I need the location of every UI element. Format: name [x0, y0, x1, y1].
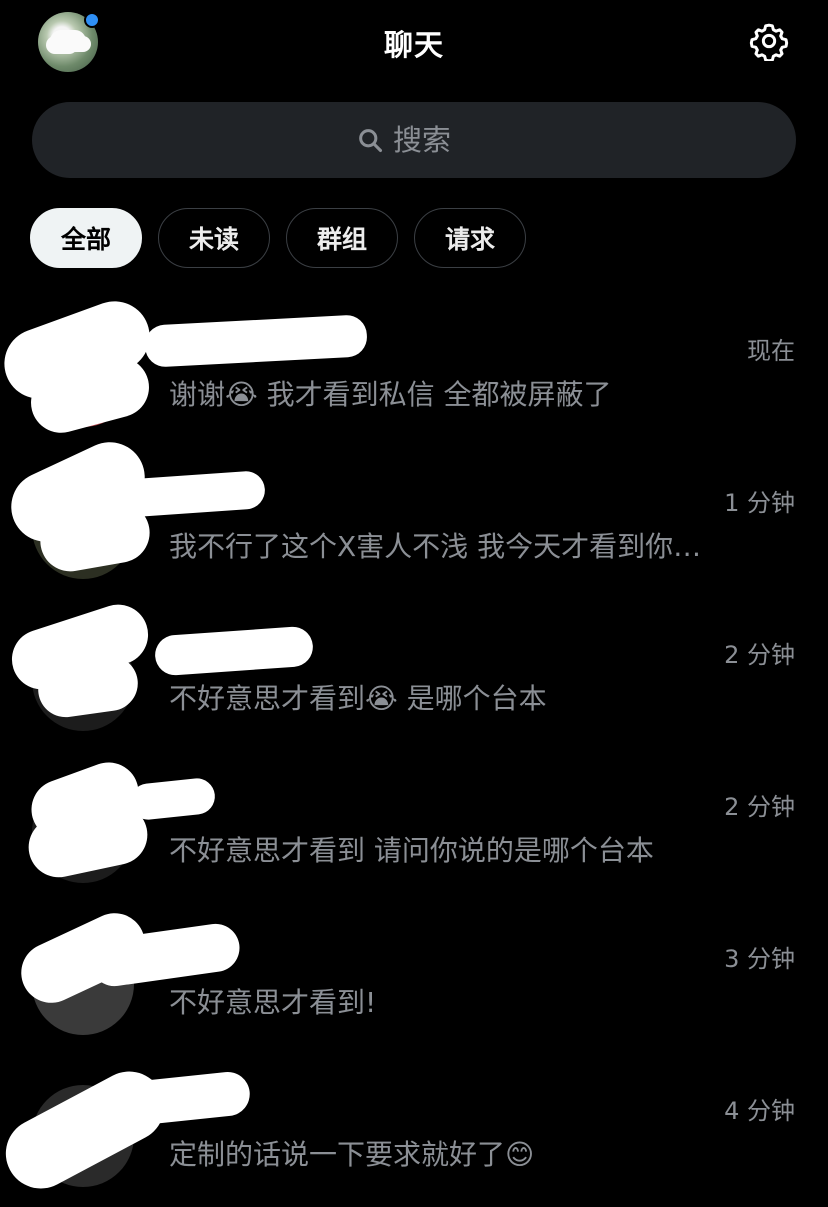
search-icon: [355, 125, 385, 155]
name-redaction: [128, 776, 217, 822]
conversation-row[interactable]: 1 分钟 我不行了这个X害人不浅 我今天才看到你…: [0, 430, 828, 599]
timestamp: 2 分钟: [724, 793, 795, 821]
timestamp: 1 分钟: [724, 489, 795, 517]
timestamp: 3 分钟: [724, 945, 795, 973]
message-preview: 我不行了这个X害人不浅 我今天才看到你…: [169, 530, 702, 563]
message-preview: 不好意思才看到 请问你说的是哪个台本: [169, 834, 654, 867]
message-preview: 不好意思才看到😭 是哪个台本: [169, 682, 547, 715]
tab-unread[interactable]: 未读: [158, 208, 270, 268]
tab-groups[interactable]: 群组: [286, 208, 398, 268]
timestamp: 现在: [747, 337, 795, 365]
name-redaction: [144, 314, 368, 368]
tab-all[interactable]: 全部: [30, 208, 142, 268]
gear-icon: [749, 23, 789, 61]
timestamp: 4 分钟: [724, 1097, 795, 1125]
message-preview: 不好意思才看到!: [169, 986, 377, 1019]
conversation-row[interactable]: 2 分钟 不好意思才看到😭 是哪个台本: [0, 596, 828, 751]
name-redaction: [153, 625, 315, 677]
filter-tabs: 全部 未读 群组 请求: [30, 208, 526, 268]
message-preview: 谢谢😭 我才看到私信 全都被屏蔽了: [169, 378, 612, 411]
settings-button[interactable]: [746, 18, 792, 64]
tab-requests[interactable]: 请求: [414, 208, 526, 268]
conversation-row[interactable]: 现在 谢谢😭 我才看到私信 全都被屏蔽了: [0, 291, 828, 447]
search-input[interactable]: [393, 123, 473, 157]
conversation-row[interactable]: 3 分钟 不好意思才看到!: [0, 903, 828, 1055]
message-preview: 定制的话说一下要求就好了😊: [169, 1138, 535, 1171]
conversation-row[interactable]: 4 分钟 定制的话说一下要求就好了😊: [0, 1055, 828, 1207]
timestamp: 2 分钟: [724, 641, 795, 669]
conversation-list: 现在 谢谢😭 我才看到私信 全都被屏蔽了 1 分钟 我不行了这个X害人不浅 我今…: [0, 291, 828, 1207]
top-bar: 聊天: [0, 0, 828, 90]
conversation-row[interactable]: 2 分钟 不好意思才看到 请问你说的是哪个台本: [0, 751, 828, 903]
page-title: 聊天: [383, 28, 444, 62]
search-bar[interactable]: [32, 102, 796, 178]
